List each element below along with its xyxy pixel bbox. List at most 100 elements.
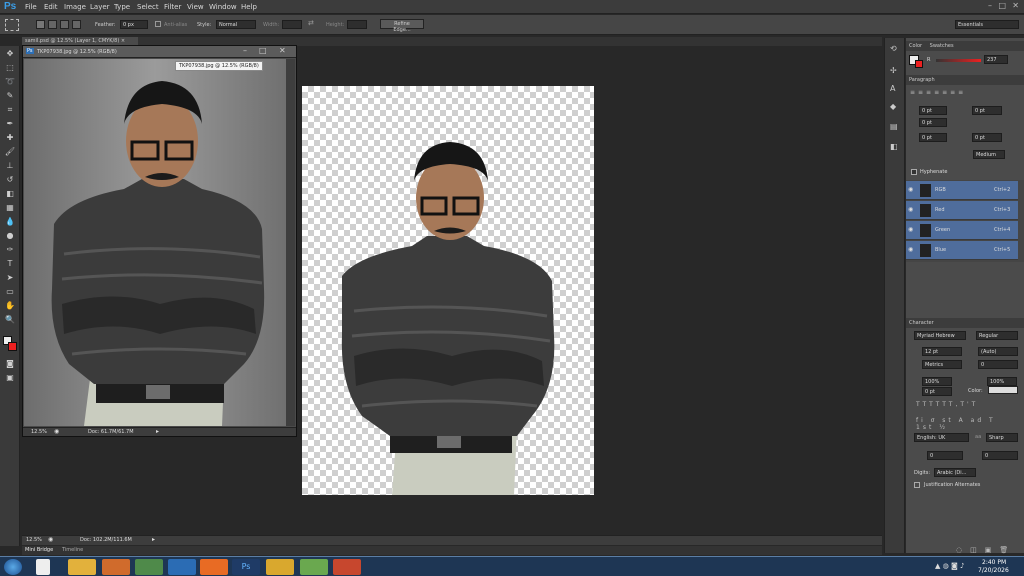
crop-tool-icon[interactable]: ⌗ [4,104,16,115]
text-color-swatch[interactable] [988,386,1018,394]
chrome-icon[interactable] [266,559,294,575]
kerning-select[interactable]: Metrics [922,360,962,369]
eraser-icon[interactable]: ◧ [4,188,16,199]
doc-minimize-icon[interactable]: – [243,46,247,55]
firefox-icon[interactable] [200,559,228,575]
quick-select-icon[interactable]: ✎ [4,90,16,101]
green-app-icon[interactable] [300,559,328,575]
menu-layer[interactable]: Layer [90,3,110,11]
font-family-select[interactable]: Myriad Hebrew [914,331,966,340]
menu-select[interactable]: Select [137,3,159,11]
floating-document-window[interactable]: Ps TKP07938.jpg @ 12.5% (RGB/8) – □ ✕ TK… [22,45,297,437]
first-line-indent-input[interactable]: 0 pt [919,118,947,127]
antialias-checkbox[interactable] [155,21,161,27]
background-color-swatch[interactable] [8,342,17,351]
history-icon[interactable]: ⟲ [890,44,897,53]
menu-view[interactable]: View [187,3,204,11]
channel-row[interactable]: ◉ Blue Ctrl+5 [906,241,1018,260]
alignment-buttons[interactable]: ≡≡≡≡≡≡≡ [910,89,1010,99]
menu-filter[interactable]: Filter [164,3,181,11]
clock-time[interactable]: 2:40 PM [982,559,1006,566]
hyphenate-checkbox[interactable] [911,169,917,175]
rectangle-tool-icon[interactable]: ▭ [4,286,16,297]
doc-zoom[interactable]: 12.5% [31,429,47,435]
subtract-selection-icon[interactable] [60,20,69,29]
horizontal-scale-input[interactable]: 100% [987,377,1017,386]
doc-info-icon[interactable]: ◉ [54,428,59,435]
photoshop-taskbar-icon[interactable]: Ps [232,559,260,575]
file-icon[interactable] [36,559,50,575]
workspace-select[interactable]: Essentials [955,20,1019,29]
main-canvas[interactable] [302,86,594,495]
screen-mode-icon[interactable]: ▣ [4,372,16,383]
refine-edge-button[interactable]: Refine Edge... [380,19,424,33]
gradient-tool-icon[interactable]: ▦ [4,202,16,213]
indent-left-input[interactable]: 0 pt [919,106,947,115]
minimize-icon[interactable]: – [988,1,992,10]
doc-vertical-scrollbar[interactable] [286,59,295,426]
eye-icon[interactable]: ◉ [908,226,913,233]
digits-select[interactable]: Arabic (Di... [934,468,976,477]
channel-row[interactable]: ◉ Red Ctrl+3 [906,201,1018,220]
media-player-icon[interactable] [102,559,130,575]
vertical-scale-input[interactable]: 100% [922,377,952,386]
language-select[interactable]: English: UK [914,433,969,442]
path-select-icon[interactable]: ➤ [4,272,16,283]
char-field-1[interactable]: 0 [927,451,963,460]
document-image[interactable] [24,59,286,426]
dodge-tool-icon[interactable]: ● [4,230,16,241]
properties-icon[interactable]: ▤ [890,122,898,131]
document-titlebar[interactable]: Ps TKP07938.jpg @ 12.5% (RGB/8) – □ ✕ [23,46,296,58]
opentype-buttons[interactable]: fi ơ st A ad T 1st ½ [916,417,1016,431]
style-select[interactable]: Normal [216,20,256,29]
height-input[interactable] [347,20,367,29]
close-icon[interactable]: ✕ [1012,1,1019,10]
tab-color[interactable]: Color [909,43,922,49]
history-brush-icon[interactable]: ↺ [4,174,16,185]
tab-close-icon[interactable]: × [121,38,125,44]
channel-row[interactable]: ◉ Green Ctrl+4 [906,221,1018,240]
menu-image[interactable]: Image [64,3,86,11]
red-value-input[interactable]: 237 [984,55,1008,64]
adjustments-icon[interactable]: ◧ [890,142,898,151]
pen-tool-icon[interactable]: ✑ [4,244,16,255]
intersect-selection-icon[interactable] [72,20,81,29]
zoom-level[interactable]: 12.5% [26,537,42,543]
tab-mini-bridge[interactable]: Mini Bridge [25,547,53,553]
healing-brush-icon[interactable]: ✚ [4,132,16,143]
tab-timeline[interactable]: Timeline [62,547,83,553]
brush-presets-icon[interactable]: ✢ [890,66,897,75]
eye-icon[interactable]: ◉ [908,246,913,253]
type-tool-icon[interactable]: T [4,258,16,269]
add-selection-icon[interactable] [48,20,57,29]
character-panel-icon[interactable]: A [890,84,895,93]
antialias-select[interactable]: Sharp [986,433,1018,442]
start-button-icon[interactable] [4,559,22,575]
hand-tool-icon[interactable]: ✋ [4,300,16,311]
baseline-shift-input[interactable]: 0 pt [922,387,952,396]
status-info-icon[interactable]: ◉ [48,536,53,543]
menu-file[interactable]: File [25,3,37,11]
tray-icons[interactable]: ▲ ◍ ◙ ♪ [935,562,964,570]
menu-type[interactable]: Type [114,3,130,11]
clone-stamp-icon[interactable]: ⊥ [4,160,16,171]
eyedropper-icon[interactable]: ✒ [4,118,16,129]
clock-date[interactable]: 7/20/2026 [978,567,1009,574]
eye-icon[interactable]: ◉ [908,186,913,193]
space-after-input[interactable]: 0 pt [972,133,1002,142]
eye-icon[interactable]: ◉ [908,206,913,213]
paragraph-tab[interactable]: Paragraph [906,75,1024,85]
char-field-2[interactable]: 0 [982,451,1018,460]
composer-select[interactable]: Medium [973,150,1005,159]
space-before-input[interactable]: 0 pt [919,133,947,142]
channel-row[interactable]: ◉ RGB Ctrl+2 [906,181,1018,200]
type-style-buttons[interactable]: TTTTTT,T'T [916,401,1016,411]
layers-icon[interactable]: ◆ [890,102,896,111]
panel-footer-icons[interactable]: ◌◫▣🗑 [956,546,1016,554]
tracking-input[interactable]: 0 [978,360,1018,369]
brush-tool-icon[interactable]: 🖌 [4,146,16,157]
explorer-icon[interactable] [68,559,96,575]
color-bg-swatch[interactable] [915,60,923,68]
status-arrow-icon[interactable]: ▸ [152,536,155,543]
zoom-tool-icon[interactable]: 🔍 [4,314,16,325]
